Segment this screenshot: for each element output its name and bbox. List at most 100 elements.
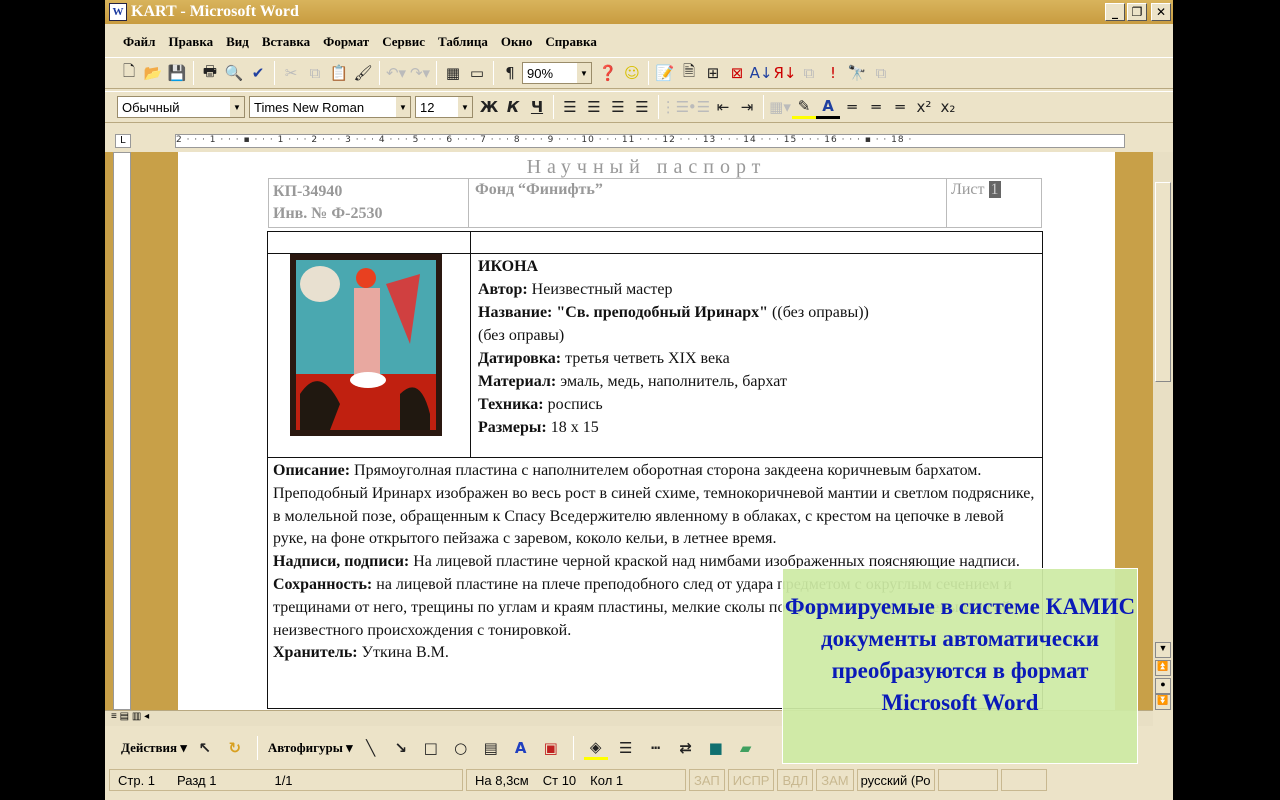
office-assistant-icon[interactable]: ☺ (620, 61, 644, 85)
zoom-select[interactable]: 90% ▼ (522, 62, 592, 84)
font-color-icon[interactable]: A (816, 95, 840, 119)
previous-page-icon[interactable]: ⏫ (1155, 660, 1171, 676)
chevron-down-icon: ▼ (458, 97, 472, 117)
menu-tools[interactable]: Сервис (382, 34, 425, 50)
italic-button[interactable]: К (501, 95, 525, 119)
free-rotate-icon[interactable]: ↻ (223, 736, 247, 760)
browse-object-icon[interactable]: ● (1155, 678, 1171, 694)
decrease-indent-icon[interactable]: ⇤ (711, 95, 735, 119)
tables-borders-icon[interactable]: ▦ (441, 61, 465, 85)
vertical-ruler[interactable] (113, 152, 131, 710)
redo-icon[interactable]: ↷▾ (408, 61, 432, 85)
minimize-button[interactable]: _ (1105, 3, 1125, 21)
menu-file[interactable]: Файл (123, 34, 155, 50)
menu-help[interactable]: Справка (545, 34, 596, 50)
view-mode-icons[interactable]: ≡ ▤ ▥ ◂ (111, 711, 149, 722)
print-icon[interactable]: 🖶 (198, 61, 222, 85)
kp-number: КП-34940 (273, 183, 343, 200)
sort-ascending-icon[interactable]: A↓ (749, 61, 773, 85)
insert-row-icon[interactable]: ⊞ (701, 61, 725, 85)
horizontal-ruler[interactable]: L 2 · · · 1 · · · ▪ · · · 1 · · · 2 · · … (105, 130, 1173, 152)
wordart-icon[interactable]: A (509, 736, 533, 760)
underline-button[interactable]: Ч (525, 95, 549, 119)
line-style-3-icon[interactable]: ═ (888, 95, 912, 119)
shadow-icon[interactable]: ■ (704, 736, 728, 760)
mail-merge-icon[interactable]: ⧉ (869, 61, 893, 85)
style-select[interactable]: Обычный ▼ (117, 96, 245, 118)
line-style-2-icon[interactable]: ═ (864, 95, 888, 119)
3d-icon[interactable]: ▰ (734, 736, 758, 760)
superscript-icon[interactable]: x² (912, 95, 936, 119)
save-icon[interactable]: 💾 (165, 61, 189, 85)
line-style-icon[interactable]: ═ (840, 95, 864, 119)
arrow-style-icon[interactable]: ⇄ (674, 736, 698, 760)
name-extra: ((без оправы)) (772, 304, 869, 321)
menu-table[interactable]: Таблица (438, 34, 488, 50)
status-language[interactable]: русский (Ро (856, 769, 935, 791)
clipart-icon[interactable]: ▣ (539, 736, 563, 760)
align-right-icon[interactable]: ☰ (606, 95, 630, 119)
highlight-icon[interactable]: ✎ (792, 95, 816, 119)
restore-button[interactable]: ❐ (1127, 3, 1147, 21)
increase-indent-icon[interactable]: ⇥ (735, 95, 759, 119)
name-value: "Св. преподобный Иринарх" (556, 304, 769, 321)
rectangle-icon[interactable]: □ (419, 736, 443, 760)
align-left-icon[interactable]: ☰ (558, 95, 582, 119)
menu-insert[interactable]: Вставка (262, 34, 310, 50)
insert-table-icon[interactable]: ▭ (465, 61, 489, 85)
select-pointer-icon[interactable]: ↖ (193, 736, 217, 760)
menu-edit[interactable]: Правка (168, 34, 213, 50)
justify-icon[interactable]: ☰ (630, 95, 654, 119)
oval-icon[interactable]: ○ (449, 736, 473, 760)
bullets-icon[interactable]: •☰ (687, 95, 711, 119)
merge-icon[interactable]: ⧉ (797, 61, 821, 85)
report-icon[interactable]: ! (821, 61, 845, 85)
arrow-icon[interactable]: ↘ (389, 736, 413, 760)
menu-view[interactable]: Вид (226, 34, 249, 50)
undo-icon[interactable]: ↶▾ (384, 61, 408, 85)
open-folder-icon[interactable]: 📂 (141, 61, 165, 85)
scroll-thumb[interactable] (1155, 182, 1171, 382)
formatting-toolbar: Обычный ▼ Times New Roman ▼ 12 ▼ Ж К Ч ☰ ☰ … (105, 91, 1173, 123)
scroll-down-icon[interactable]: ▼ (1155, 642, 1171, 658)
text-box-icon[interactable]: ▤ (479, 736, 503, 760)
sort-descending-icon[interactable]: Я↓ (773, 61, 797, 85)
close-button[interactable]: ✕ (1151, 3, 1171, 21)
dash-style-icon[interactable]: ┅ (644, 736, 668, 760)
status-rec[interactable]: ЗАП (689, 769, 725, 791)
print-preview-icon[interactable]: 🔍 (222, 61, 246, 85)
align-center-icon[interactable]: ☰ (582, 95, 606, 119)
vertical-scrollbar[interactable]: ▼ ⏫ ● ⏬ (1153, 152, 1173, 710)
subscript-icon[interactable]: x₂ (936, 95, 960, 119)
form-edit-icon[interactable]: 📝 (653, 61, 677, 85)
delete-row-icon[interactable]: ⊠ (725, 61, 749, 85)
word-app-icon[interactable]: W (109, 3, 127, 21)
status-overtype[interactable]: ЗАМ (816, 769, 854, 791)
bold-button[interactable]: Ж (477, 95, 501, 119)
line-icon[interactable]: ╲ (359, 736, 383, 760)
menu-window[interactable]: Окно (501, 34, 533, 50)
line-style-icon[interactable]: ☰ (614, 736, 638, 760)
status-extend[interactable]: ВДЛ (777, 769, 814, 791)
spelling-icon[interactable]: ✔ (246, 61, 270, 85)
actions-menu[interactable]: Действия ▾ (121, 740, 187, 756)
form-properties-icon[interactable]: 🗎 (677, 61, 701, 85)
help-icon[interactable]: ❓ (596, 61, 620, 85)
font-size-select[interactable]: 12 ▼ (415, 96, 473, 118)
fill-color-icon[interactable]: ◈ (583, 736, 608, 760)
copy-icon[interactable]: ⧉ (303, 61, 327, 85)
cut-icon[interactable]: ✂ (279, 61, 303, 85)
paste-icon[interactable]: 📋 (327, 61, 351, 85)
font-select[interactable]: Times New Roman ▼ (249, 96, 411, 118)
show-formatting-icon[interactable]: ¶ (498, 61, 522, 85)
next-page-icon[interactable]: ⏬ (1155, 694, 1171, 710)
borders-icon[interactable]: ▦▾ (768, 95, 792, 119)
tab-selector[interactable]: L (115, 134, 131, 148)
numbering-icon[interactable]: ⋮☰ (661, 95, 689, 119)
new-document-icon[interactable]: 🗋 (117, 61, 141, 85)
menu-format[interactable]: Формат (323, 34, 369, 50)
autoshapes-menu[interactable]: Автофигуры ▾ (268, 740, 353, 756)
format-painter-icon[interactable]: 🖌 (351, 61, 375, 85)
status-track[interactable]: ИСПР (727, 769, 775, 791)
find-record-icon[interactable]: 🔭 (845, 61, 869, 85)
